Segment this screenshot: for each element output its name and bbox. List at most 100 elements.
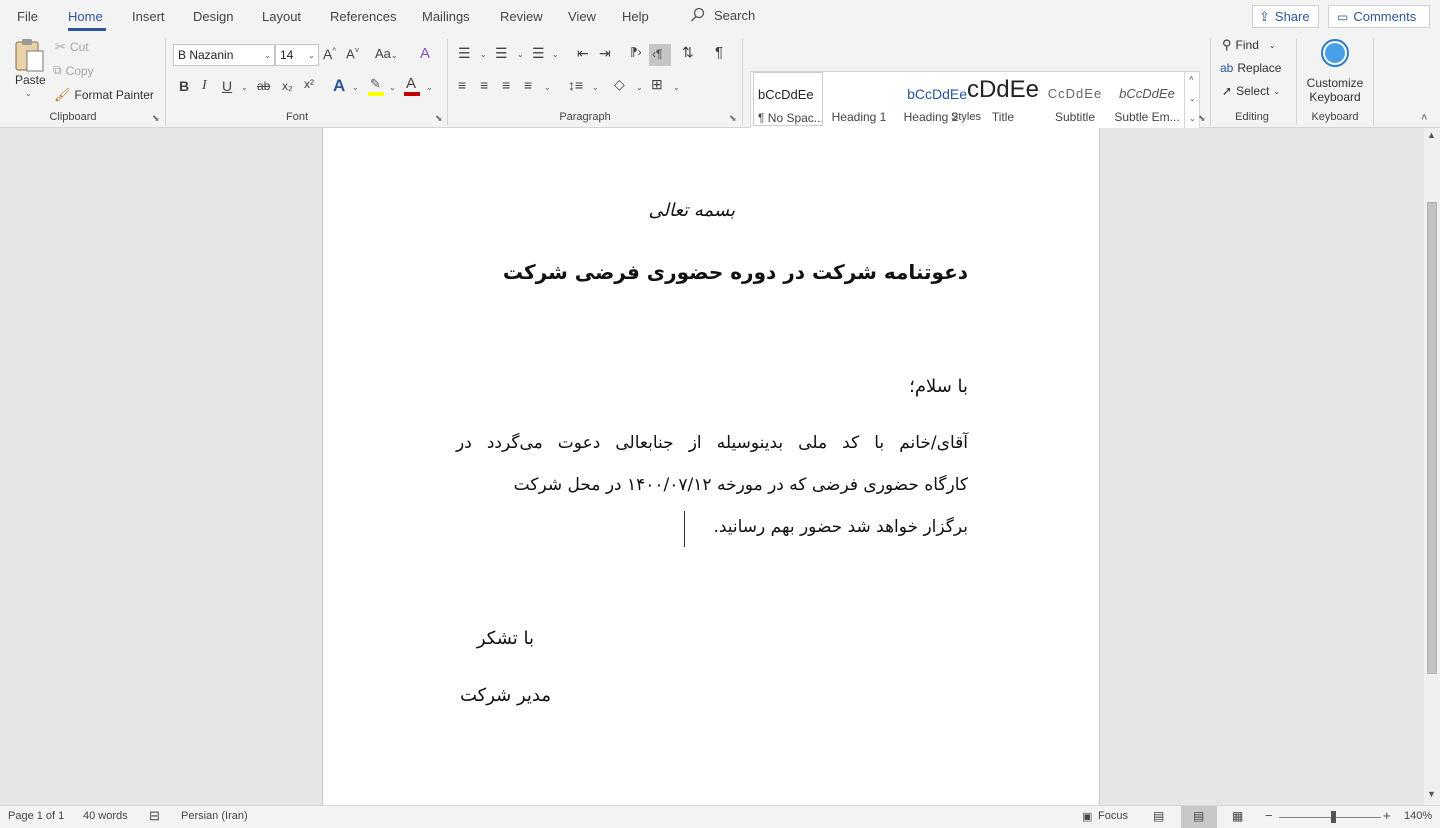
zoom-level[interactable]: 140%: [1404, 810, 1432, 822]
tab-help[interactable]: Help: [622, 9, 649, 24]
clear-formatting-icon[interactable]: A: [420, 46, 430, 61]
zoom-out-icon[interactable]: −: [1265, 808, 1273, 823]
paragraph-launcher-icon[interactable]: ⬊: [729, 113, 737, 124]
collapse-ribbon-icon[interactable]: ˄: [1421, 112, 1427, 124]
chevron-down-icon[interactable]: ⌄: [241, 83, 248, 92]
rtl-direction-icon[interactable]: ‹¶: [649, 44, 671, 66]
chevron-down-icon[interactable]: ⌄: [673, 83, 680, 92]
change-case-icon[interactable]: Aa⌄: [375, 47, 398, 60]
align-left-icon[interactable]: ≡: [458, 78, 466, 92]
scroll-up-icon[interactable]: ▲: [1427, 130, 1436, 140]
style-subtle-emphasis[interactable]: bCcDdEe Subtle Em...: [1111, 72, 1183, 128]
bold-icon[interactable]: B: [179, 79, 189, 93]
customize-keyboard-button[interactable]: Customize Keyboard: [1304, 37, 1366, 105]
chevron-down-icon[interactable]: ⌄: [352, 83, 359, 92]
chevron-down-icon[interactable]: ⌄: [592, 83, 599, 92]
increase-indent-icon[interactable]: ⇥: [599, 46, 611, 60]
tab-insert[interactable]: Insert: [132, 9, 165, 24]
style-no-spacing[interactable]: bCcDdEe ¶ No Spac...: [753, 72, 823, 126]
search-box[interactable]: Search: [690, 7, 755, 23]
keyboard-label: Keyboard: [1309, 90, 1361, 104]
zoom-slider-track[interactable]: [1279, 817, 1381, 818]
italic-icon[interactable]: I: [202, 79, 207, 93]
line-spacing-icon[interactable]: ↕≡: [568, 78, 583, 92]
font-group-label: Font: [285, 111, 309, 123]
vertical-scrollbar[interactable]: ▲ ▼: [1424, 128, 1440, 805]
subscript-icon[interactable]: x₂: [282, 80, 293, 92]
shrink-font-icon[interactable]: A˅: [346, 47, 359, 61]
cut-button[interactable]: ✂ Cut: [55, 39, 89, 55]
select-button[interactable]: ➚ Select ⌄: [1222, 84, 1280, 98]
borders-icon[interactable]: ⊞: [651, 77, 663, 91]
chevron-down-icon[interactable]: ⌄: [544, 83, 551, 92]
copy-button[interactable]: ⧉ Copy: [53, 63, 94, 78]
web-layout-icon[interactable]: ▦: [1232, 809, 1243, 823]
chevron-down-icon[interactable]: ⌄: [1189, 94, 1196, 103]
word-count[interactable]: 40 words: [83, 810, 128, 822]
styles-launcher-icon[interactable]: ⬊: [1198, 113, 1206, 124]
align-center-icon[interactable]: ≡: [480, 78, 488, 92]
chevron-down-icon[interactable]: ⌄: [426, 83, 433, 92]
ltr-direction-icon[interactable]: ⁋›: [630, 46, 642, 58]
replace-button[interactable]: ab Replace: [1220, 61, 1281, 75]
paste-button[interactable]: Paste ⌄: [12, 37, 46, 103]
cursor-icon: ➚: [1222, 84, 1233, 98]
print-layout-button[interactable]: ▤: [1181, 806, 1217, 828]
multilevel-list-icon[interactable]: ☰: [532, 46, 545, 60]
style-preview: bCcDdEe: [831, 86, 887, 101]
font-size-combo[interactable]: 14 ⌄: [275, 44, 319, 66]
highlight-icon[interactable]: ✎: [368, 77, 386, 96]
clipboard-launcher-icon[interactable]: ⬊: [152, 113, 160, 124]
page-count[interactable]: Page 1 of 1: [8, 810, 64, 822]
chevron-down-icon[interactable]: ⌄: [480, 50, 487, 59]
format-painter-button[interactable]: 🖌 Format Painter: [54, 87, 154, 103]
comments-button[interactable]: ▭ Comments: [1328, 5, 1430, 28]
chevron-down-icon[interactable]: ⌄: [389, 83, 396, 92]
font-name-combo[interactable]: B Nazanin ⌄: [173, 44, 275, 66]
decrease-indent-icon[interactable]: ⇤: [577, 46, 589, 60]
tab-home[interactable]: Home: [68, 9, 103, 24]
shading-icon[interactable]: ◇: [614, 77, 625, 91]
proofing-icon[interactable]: ⊟: [149, 808, 160, 824]
chevron-down-icon[interactable]: ⌄: [552, 50, 559, 59]
superscript-icon[interactable]: x²: [304, 78, 314, 90]
grow-font-icon[interactable]: A^: [323, 47, 336, 61]
tab-mailings[interactable]: Mailings: [422, 9, 470, 24]
tab-layout[interactable]: Layout: [262, 9, 301, 24]
read-mode-icon[interactable]: ▤: [1153, 809, 1164, 823]
share-button[interactable]: ⇪ Share: [1252, 5, 1319, 28]
tab-view[interactable]: View: [568, 9, 596, 24]
numbering-icon[interactable]: ☰: [495, 46, 508, 60]
font-color-icon[interactable]: A: [404, 76, 422, 96]
pilcrow-icon[interactable]: ¶: [715, 45, 723, 60]
zoom-slider-thumb[interactable]: [1331, 811, 1336, 823]
sort-icon[interactable]: ⇅: [682, 45, 694, 59]
zoom-in-icon[interactable]: +: [1383, 808, 1391, 823]
focus-mode-button[interactable]: Focus: [1098, 810, 1128, 822]
gallery-more-icon[interactable]: ⌄: [1189, 114, 1196, 123]
chevron-down-icon[interactable]: ⌄: [517, 50, 524, 59]
print-layout-icon: ▤: [1193, 809, 1205, 823]
justify-icon[interactable]: ≡: [524, 78, 532, 92]
language-indicator[interactable]: Persian (Iran): [181, 810, 248, 822]
tab-review[interactable]: Review: [500, 9, 543, 24]
tab-file[interactable]: File: [17, 9, 38, 24]
scroll-thumb[interactable]: [1427, 202, 1437, 674]
underline-icon[interactable]: U: [222, 79, 232, 93]
chevron-down-icon[interactable]: ⌄: [636, 83, 643, 92]
style-subtitle[interactable]: CcDdEe Subtitle: [1039, 72, 1111, 128]
paste-icon: [15, 39, 44, 72]
tab-references[interactable]: References: [330, 9, 396, 24]
find-button[interactable]: ⚲ Find ⌄: [1222, 37, 1276, 53]
paste-dropdown-icon[interactable]: ⌄: [25, 89, 32, 98]
document-page[interactable]: بسمه تعالی دعوتنامه شرکت در دوره حضوری ف…: [322, 128, 1100, 805]
bullets-icon[interactable]: ☰: [458, 46, 471, 60]
align-right-icon[interactable]: ≡: [502, 78, 510, 92]
chevron-up-icon[interactable]: ˄: [1189, 74, 1194, 83]
strikethrough-icon[interactable]: ab: [257, 80, 270, 92]
tab-design[interactable]: Design: [193, 9, 233, 24]
font-launcher-icon[interactable]: ⬊: [435, 113, 443, 124]
text-effects-icon[interactable]: A: [333, 77, 345, 94]
style-heading-1[interactable]: bCcDdEe Heading 1: [823, 72, 895, 128]
scroll-down-icon[interactable]: ▼: [1427, 789, 1436, 799]
